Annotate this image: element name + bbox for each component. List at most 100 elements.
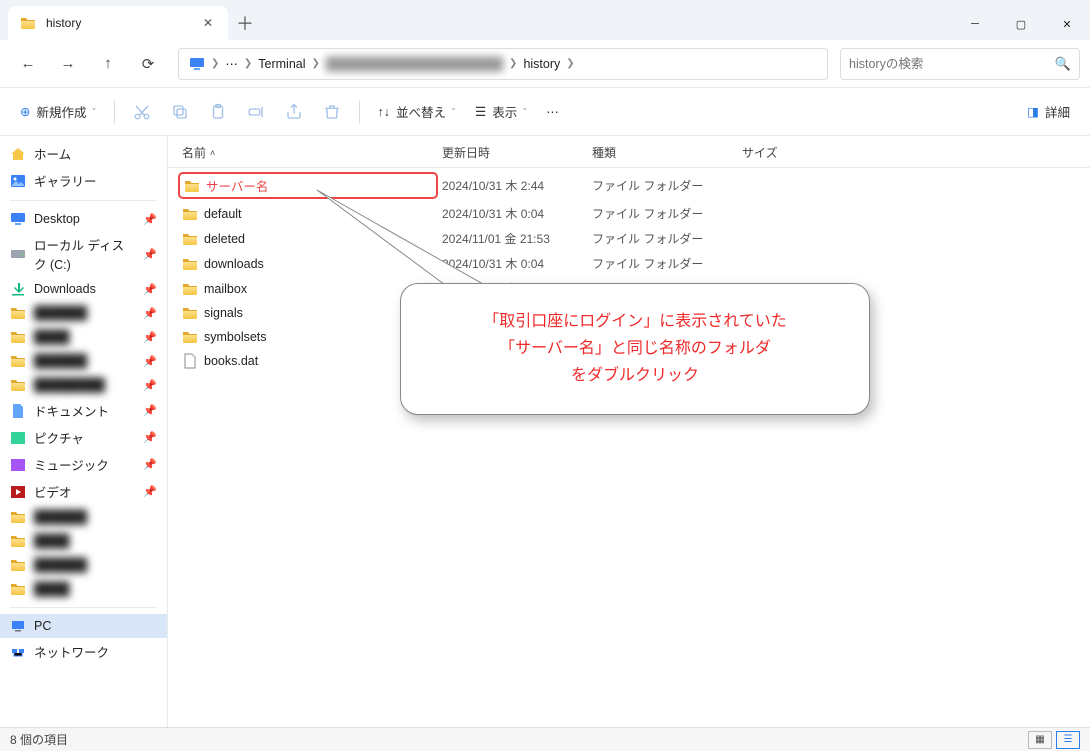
file-rows: サーバー名2024/10/31 木 2:44ファイル フォルダーdefault2… — [168, 168, 1090, 727]
sidebar-item-videos[interactable]: ビデオ📌 — [0, 478, 167, 505]
sidebar-item-desktop[interactable]: Desktop📌 — [0, 207, 167, 231]
title-bar: history ✕ ＋ ─ ▢ ✕ — [0, 0, 1090, 40]
sort-dropdown[interactable]: ↑↓ 並べ替え ˇ — [368, 96, 466, 127]
sidebar-item-obscured[interactable]: ██████📌 — [0, 301, 167, 325]
breadcrumb-item[interactable]: Terminal — [254, 57, 309, 71]
share-button[interactable] — [275, 94, 313, 130]
pin-icon: 📌 — [143, 213, 157, 226]
refresh-button[interactable]: ⟳ — [130, 46, 166, 82]
copy-button[interactable] — [161, 94, 199, 130]
separator — [359, 100, 360, 124]
sidebar-item-gallery[interactable]: ギャラリー — [0, 167, 167, 194]
more-button[interactable]: ⋯ — [536, 98, 569, 125]
column-name[interactable]: 名前˄ — [178, 142, 438, 163]
cut-button[interactable] — [123, 94, 161, 130]
up-button[interactable]: ↑ — [90, 46, 126, 82]
status-text: 8 個の項目 — [10, 731, 68, 748]
sidebar-item-local-disk[interactable]: ローカル ディスク (C:)📌 — [0, 231, 167, 277]
column-size[interactable]: サイズ — [738, 142, 868, 163]
folder-icon — [182, 305, 198, 321]
browser-tab[interactable]: history ✕ — [8, 6, 228, 40]
forward-button[interactable]: → — [50, 46, 86, 82]
pin-icon: 📌 — [143, 307, 157, 320]
network-icon — [10, 644, 26, 660]
close-window-button[interactable]: ✕ — [1044, 8, 1090, 40]
thumbnail-view-button[interactable]: ▦ — [1028, 731, 1052, 749]
delete-button[interactable] — [313, 94, 351, 130]
separator — [10, 607, 157, 608]
rename-button[interactable] — [237, 94, 275, 130]
maximize-button[interactable]: ▢ — [998, 8, 1044, 40]
new-dropdown[interactable]: ⊕ 新規作成 ˇ — [10, 96, 106, 127]
sidebar-item-documents[interactable]: ドキュメント📌 — [0, 397, 167, 424]
file-row[interactable]: downloads2024/10/31 木 0:04ファイル フォルダー — [168, 251, 1090, 276]
search-box[interactable]: 🔍 — [840, 48, 1080, 80]
column-headers: 名前˄ 更新日時 種類 サイズ — [168, 136, 1090, 168]
gallery-icon — [10, 173, 26, 189]
file-name: default — [204, 207, 242, 221]
file-type: ファイル フォルダー — [588, 228, 738, 249]
file-name: mailbox — [204, 282, 247, 296]
sidebar-item-obscured[interactable]: ██████📌 — [0, 349, 167, 373]
sidebar-item-obscured[interactable]: ████████📌 — [0, 373, 167, 397]
close-tab-icon[interactable]: ✕ — [200, 15, 216, 31]
sidebar-item-pc[interactable]: PC — [0, 614, 167, 638]
details-view-button[interactable]: ☰ — [1056, 731, 1080, 749]
details-panel-button[interactable]: ◨ 詳細 — [1017, 96, 1080, 127]
pin-icon: 📌 — [143, 331, 157, 344]
monitor-icon — [10, 211, 26, 227]
folder-icon — [182, 231, 198, 247]
new-tab-button[interactable]: ＋ — [228, 6, 262, 40]
folder-icon — [184, 178, 200, 194]
status-bar: 8 個の項目 ▦ ☰ — [0, 727, 1090, 751]
sidebar-item-obscured[interactable]: ██████ — [0, 505, 167, 529]
file-name-cell: symbolsets — [178, 327, 438, 347]
sidebar-item-home[interactable]: ホーム — [0, 140, 167, 167]
view-dropdown[interactable]: ☰ 表示 ˇ — [465, 96, 536, 127]
sidebar-item-downloads[interactable]: Downloads📌 — [0, 277, 167, 301]
window-controls: ─ ▢ ✕ — [952, 8, 1090, 40]
back-button[interactable]: ← — [10, 46, 46, 82]
annotation-callout: 「取引口座にログイン」に表示されていた 「サーバー名」と同じ名称のフォルダ をダ… — [400, 283, 870, 415]
file-row[interactable]: deleted2024/11/01 金 21:53ファイル フォルダー — [168, 226, 1090, 251]
file-type: ファイル フォルダー — [588, 253, 738, 274]
sidebar-item-obscured[interactable]: ████ — [0, 529, 167, 553]
breadcrumb-ellipsis[interactable]: ⋯ — [221, 56, 242, 71]
column-date[interactable]: 更新日時 — [438, 142, 588, 163]
chevron-down-icon: ˇ — [523, 107, 526, 117]
video-icon — [10, 484, 26, 500]
file-row[interactable]: サーバー名2024/10/31 木 2:44ファイル フォルダー — [168, 170, 1090, 201]
file-list-area: 名前˄ 更新日時 種類 サイズ サーバー名2024/10/31 木 2:44ファ… — [168, 136, 1090, 727]
sidebar-item-obscured[interactable]: ████📌 — [0, 325, 167, 349]
breadcrumb-item-obscured[interactable]: ████████████████████ — [322, 57, 507, 71]
sidebar-item-obscured[interactable]: ████ — [0, 577, 167, 601]
folder-icon — [10, 509, 26, 525]
navigation-sidebar[interactable]: ホーム ギャラリー Desktop📌 ローカル ディスク (C:)📌 Downl… — [0, 136, 168, 727]
file-row[interactable]: default2024/10/31 木 0:04ファイル フォルダー — [168, 201, 1090, 226]
sort-icon: ↑↓ — [378, 105, 391, 119]
folder-icon — [10, 305, 26, 321]
pin-icon: 📌 — [143, 485, 157, 498]
sidebar-item-pictures[interactable]: ピクチャ📌 — [0, 424, 167, 451]
search-icon[interactable]: 🔍 — [1055, 56, 1071, 72]
paste-button[interactable] — [199, 94, 237, 130]
sidebar-item-music[interactable]: ミュージック📌 — [0, 451, 167, 478]
sidebar-item-obscured[interactable]: ██████ — [0, 553, 167, 577]
document-icon — [10, 403, 26, 419]
chevron-down-icon: ˇ — [452, 107, 455, 117]
breadcrumb-item[interactable]: history — [519, 57, 564, 71]
pin-icon: 📌 — [143, 355, 157, 368]
file-icon — [182, 353, 198, 369]
column-type[interactable]: 種類 — [588, 142, 738, 163]
chevron-down-icon: ˇ — [93, 107, 96, 117]
chevron-right-icon: ❯ — [507, 58, 519, 69]
file-size — [738, 237, 868, 241]
sidebar-item-network[interactable]: ネットワーク — [0, 638, 167, 665]
chevron-right-icon: ❯ — [242, 58, 254, 69]
breadcrumb[interactable]: ❯ ⋯ ❯ Terminal ❯ ████████████████████ ❯ … — [178, 48, 828, 80]
pin-icon: 📌 — [143, 248, 157, 261]
search-input[interactable] — [849, 57, 1055, 71]
minimize-button[interactable]: ─ — [952, 8, 998, 40]
file-name-cell: books.dat — [178, 351, 438, 371]
separator — [10, 200, 157, 201]
